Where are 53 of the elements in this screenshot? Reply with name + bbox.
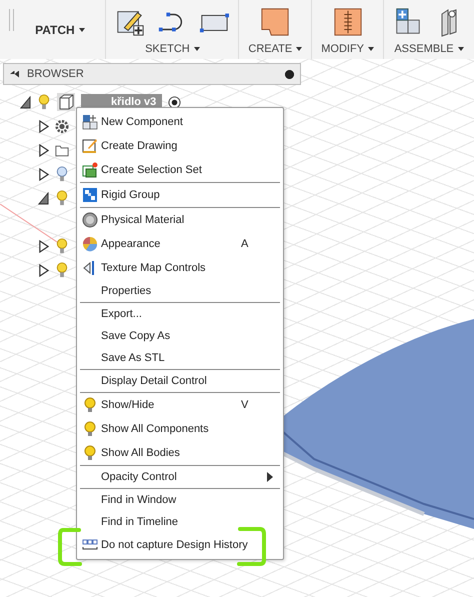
toolbar-group-dropdown[interactable]: MODIFY xyxy=(321,43,374,55)
expand-icon[interactable] xyxy=(38,168,49,180)
menu-item[interactable]: Do not capture Design History xyxy=(77,533,283,557)
expand-icon[interactable] xyxy=(38,240,49,252)
menu-item[interactable]: Show All Bodies xyxy=(77,441,283,465)
light-bulb-icon xyxy=(82,421,98,437)
menu-item[interactable]: Create Selection Set xyxy=(77,158,283,182)
expand-icon[interactable] xyxy=(38,264,49,276)
drawing-icon xyxy=(82,138,98,154)
light-bulb-icon[interactable] xyxy=(37,94,51,110)
split-icon[interactable] xyxy=(332,6,363,38)
color-sphere-icon xyxy=(82,236,98,252)
expand-icon[interactable] xyxy=(38,120,49,132)
collapse-icon[interactable] xyxy=(38,192,49,204)
light-bulb-icon[interactable] xyxy=(55,166,69,182)
gear-icon xyxy=(55,118,69,134)
axis-line xyxy=(0,204,60,244)
light-bulb-icon[interactable] xyxy=(55,190,69,206)
menu-item[interactable]: Appearance A xyxy=(77,232,283,256)
sphere-icon xyxy=(82,212,98,228)
rigid-group-icon xyxy=(82,187,98,203)
menu-item[interactable]: Save Copy As xyxy=(77,325,283,347)
light-bulb-icon xyxy=(82,445,98,461)
highlight-bracket xyxy=(57,527,83,567)
collapse-panel-icon[interactable] xyxy=(10,70,19,78)
light-bulb-icon[interactable] xyxy=(55,238,69,254)
light-bulb-icon xyxy=(82,397,98,413)
menu-item[interactable]: Create Drawing xyxy=(77,134,283,158)
menu-item[interactable]: Save As STL xyxy=(77,347,283,369)
selection-set-icon xyxy=(82,162,98,178)
menu-item[interactable]: Rigid Group xyxy=(77,183,283,207)
light-bulb-icon[interactable] xyxy=(55,262,69,278)
toolbar-group-dropdown[interactable]: SKETCH xyxy=(145,43,200,55)
menu-item[interactable]: Show All Components xyxy=(77,417,283,441)
menu-item[interactable]: Physical Material xyxy=(77,208,283,232)
extrude-icon[interactable] xyxy=(260,6,290,38)
grip-handle[interactable] xyxy=(9,9,14,31)
menu-item[interactable]: Export... xyxy=(77,303,283,325)
panel-title: BROWSER xyxy=(27,68,85,80)
toolbar-group-dropdown[interactable]: CREATE xyxy=(248,43,302,55)
menu-item[interactable]: Opacity Control xyxy=(77,466,283,488)
toolbar-group-dropdown[interactable]: ASSEMBLE xyxy=(394,43,464,55)
menu-item[interactable]: New Component xyxy=(77,110,283,134)
expand-icon[interactable] xyxy=(38,144,49,156)
menu-item[interactable]: Properties xyxy=(77,280,283,302)
menu-item[interactable]: Texture Map Controls xyxy=(77,256,283,280)
menu-item[interactable]: Show/Hide V xyxy=(77,393,283,417)
menu-item[interactable]: Display Detail Control xyxy=(77,370,283,392)
minimize-icon[interactable] xyxy=(285,70,294,78)
menu-item[interactable]: Find in Window xyxy=(77,489,283,511)
component-icon xyxy=(82,114,98,130)
menu-item[interactable]: Find in Timeline xyxy=(77,511,283,533)
collapse-icon[interactable] xyxy=(20,96,31,108)
